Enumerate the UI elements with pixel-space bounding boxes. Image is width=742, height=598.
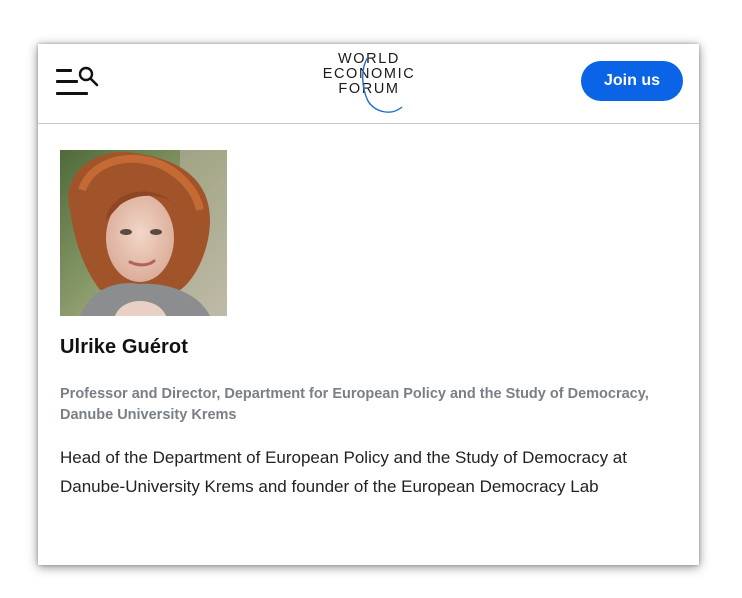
profile-name: Ulrike Guérot [60, 336, 188, 358]
menu-bar [56, 92, 88, 95]
join-us-button[interactable]: Join us [581, 61, 683, 101]
menu-search-button[interactable] [56, 66, 100, 98]
profile-bio: Head of the Department of European Polic… [60, 448, 627, 496]
logo-swoosh-icon [362, 56, 403, 113]
menu-bar [56, 69, 72, 72]
profile-card: WORLD ECONOMIC FORUM Join us Ulrike Guér… [38, 44, 699, 565]
menu-bar [56, 80, 78, 83]
profile-title: Professor and Director, Department for E… [60, 386, 649, 423]
search-icon [78, 66, 99, 87]
avatar [60, 150, 227, 316]
site-header: WORLD ECONOMIC FORUM Join us [38, 44, 699, 124]
profile-photo [60, 150, 227, 316]
wef-logo[interactable]: WORLD ECONOMIC FORUM [316, 51, 422, 115]
